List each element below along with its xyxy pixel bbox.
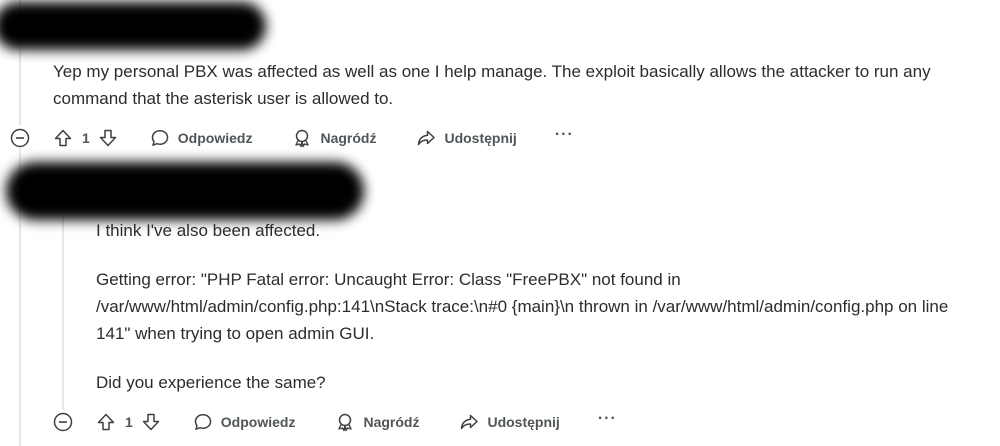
more-options-icon: ··· (554, 126, 574, 143)
comment-paragraph: Getting error: "PHP Fatal error: Uncaugh… (96, 270, 949, 343)
comment-actions-2: 1 Odpowiedz Nagródź Udostępnij ··· (52, 408, 617, 436)
award-button[interactable]: Nagródź (335, 412, 419, 432)
upvote-button[interactable] (96, 412, 116, 432)
downvote-icon (99, 129, 117, 147)
upvote-icon (54, 129, 72, 147)
share-icon (418, 130, 436, 146)
comment-paragraph: Did you experience the same? (96, 373, 326, 392)
award-label: Nagródź (320, 130, 377, 146)
redacted-username-1 (0, 2, 266, 50)
reply-bubble-icon (151, 130, 169, 146)
share-button[interactable]: Udostępnij (416, 128, 517, 148)
reply-label: Odpowiedz (220, 414, 296, 430)
comment-body-1: Yep my personal PBX was affected as well… (53, 58, 978, 112)
downvote-button[interactable] (141, 412, 161, 432)
vote-count: 1 (125, 414, 133, 430)
comment-paragraph: I think I've also been affected. (96, 221, 321, 240)
reply-bubble-icon (194, 414, 212, 430)
award-icon (295, 129, 310, 148)
share-label: Udostępnij (444, 130, 517, 146)
downvote-icon (142, 413, 160, 431)
upvote-icon (97, 413, 115, 431)
upvote-button[interactable] (53, 128, 73, 148)
redacted-username-2 (6, 162, 364, 220)
comment-paragraph: Yep my personal PBX was affected as well… (53, 62, 931, 108)
more-options-button[interactable]: ··· (597, 410, 617, 430)
share-label: Udostępnij (487, 414, 560, 430)
reply-button[interactable]: Odpowiedz (150, 128, 253, 148)
more-options-button[interactable]: ··· (554, 126, 574, 146)
more-options-icon: ··· (597, 410, 617, 427)
comment-body-2: I think I've also been affected. Getting… (96, 217, 976, 396)
vote-group: 1 (96, 412, 161, 432)
share-icon (461, 414, 479, 430)
award-label: Nagródź (363, 414, 420, 430)
vote-count: 1 (82, 130, 90, 146)
share-button[interactable]: Udostępnij (459, 412, 560, 432)
thread-line-inner (62, 190, 64, 410)
comment-actions-1: 1 Odpowiedz Nagródź Udostępnij ··· (9, 124, 574, 152)
reply-button[interactable]: Odpowiedz (193, 412, 296, 432)
downvote-button[interactable] (98, 128, 118, 148)
minus-circle-icon (53, 412, 73, 432)
award-icon (338, 413, 353, 432)
reply-label: Odpowiedz (177, 130, 253, 146)
minus-circle-icon (10, 128, 30, 148)
vote-group: 1 (53, 128, 118, 148)
collapse-button[interactable] (52, 411, 74, 433)
award-button[interactable]: Nagródź (292, 128, 376, 148)
collapse-button[interactable] (9, 127, 31, 149)
